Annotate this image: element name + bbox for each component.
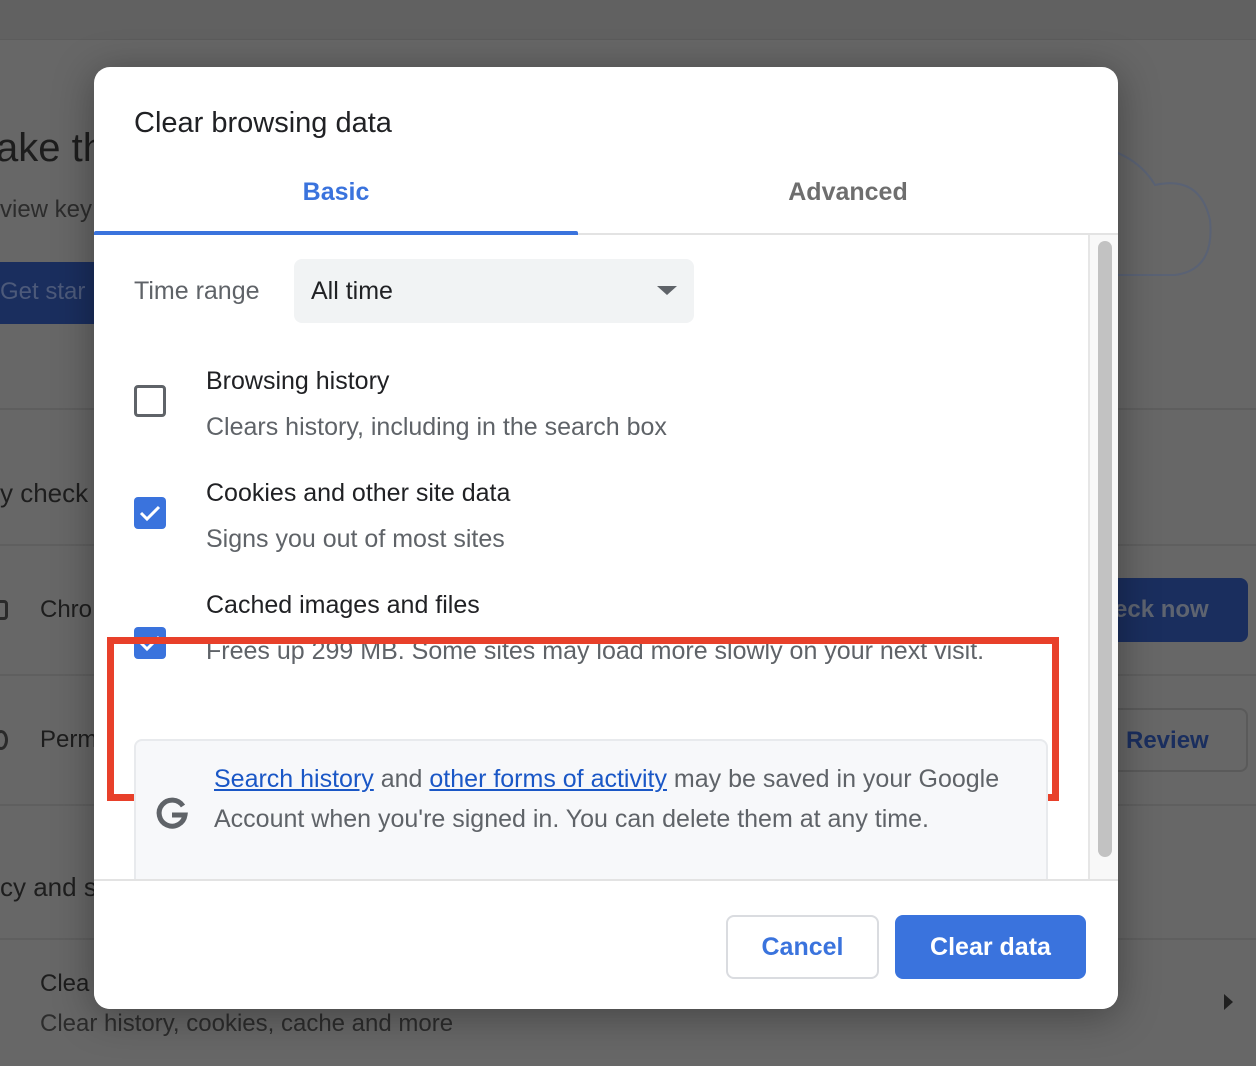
option-description: Frees up 299 MB. Some sites may load mor… [206, 637, 985, 665]
background-clear-row-title: Clea [40, 970, 90, 997]
chevron-right-icon [1224, 994, 1233, 1010]
scrollbar-thumb[interactable] [1098, 241, 1112, 857]
cached-images-checkbox[interactable] [134, 627, 166, 659]
google-account-info-box: Search history and other forms of activi… [134, 739, 1048, 879]
google-g-icon [156, 797, 188, 829]
info-text: Search history and other forms of activi… [214, 759, 1034, 839]
checkmark-icon [139, 635, 161, 652]
option-description: Signs you out of most sites [206, 525, 505, 553]
background-row-chrome-label: Chro [40, 596, 93, 623]
other-activity-link[interactable]: other forms of activity [429, 765, 667, 793]
cancel-button[interactable]: Cancel [726, 915, 879, 979]
background-safety-check-heading: y check [0, 478, 89, 508]
cloud-icon [1109, 149, 1212, 276]
background-privacy-heading: cy and s [0, 872, 97, 902]
search-history-link[interactable]: Search history [214, 765, 374, 793]
tab-advanced[interactable]: Advanced [606, 163, 1090, 233]
option-title: Cached images and files [206, 591, 480, 619]
dropdown-arrow-icon [657, 286, 677, 295]
option-title: Cookies and other site data [206, 479, 511, 507]
background-toolbar [0, 0, 1256, 40]
time-range-select[interactable]: All time [294, 259, 694, 323]
shield-icon [0, 600, 8, 620]
clear-data-button[interactable]: Clear data [895, 915, 1086, 979]
background-clear-row-subtitle: Clear history, cookies, cache and more [40, 1010, 454, 1037]
browsing-history-checkbox[interactable] [134, 385, 166, 417]
background-check-now-button: eck now [1100, 578, 1248, 642]
tab-basic[interactable]: Basic [94, 163, 578, 233]
dialog-footer: Cancel Clear data [94, 879, 1118, 1009]
option-description: Clears history, including in the search … [206, 413, 667, 441]
info-text-part: and [373, 765, 430, 793]
cookies-checkbox[interactable] [134, 497, 166, 529]
background-hero-title: ake th [0, 126, 105, 170]
time-range-label: Time range [134, 277, 260, 305]
checkmark-icon [139, 505, 161, 522]
background-hero-subtitle: view key [0, 196, 93, 223]
background-review-button: Review [1100, 708, 1248, 772]
clear-browsing-data-dialog: Clear browsing data Basic Advanced Time … [94, 67, 1118, 1009]
scrollbar[interactable] [1088, 235, 1118, 879]
tab-bar: Basic Advanced [94, 163, 1118, 235]
time-range-value: All time [311, 277, 393, 305]
background-row-permissions-label: Perm [40, 726, 98, 753]
option-title: Browsing history [206, 367, 390, 395]
dialog-title: Clear browsing data [134, 107, 392, 139]
dialog-scroll-area: Time range All time Browsing history Cle… [94, 235, 1118, 879]
